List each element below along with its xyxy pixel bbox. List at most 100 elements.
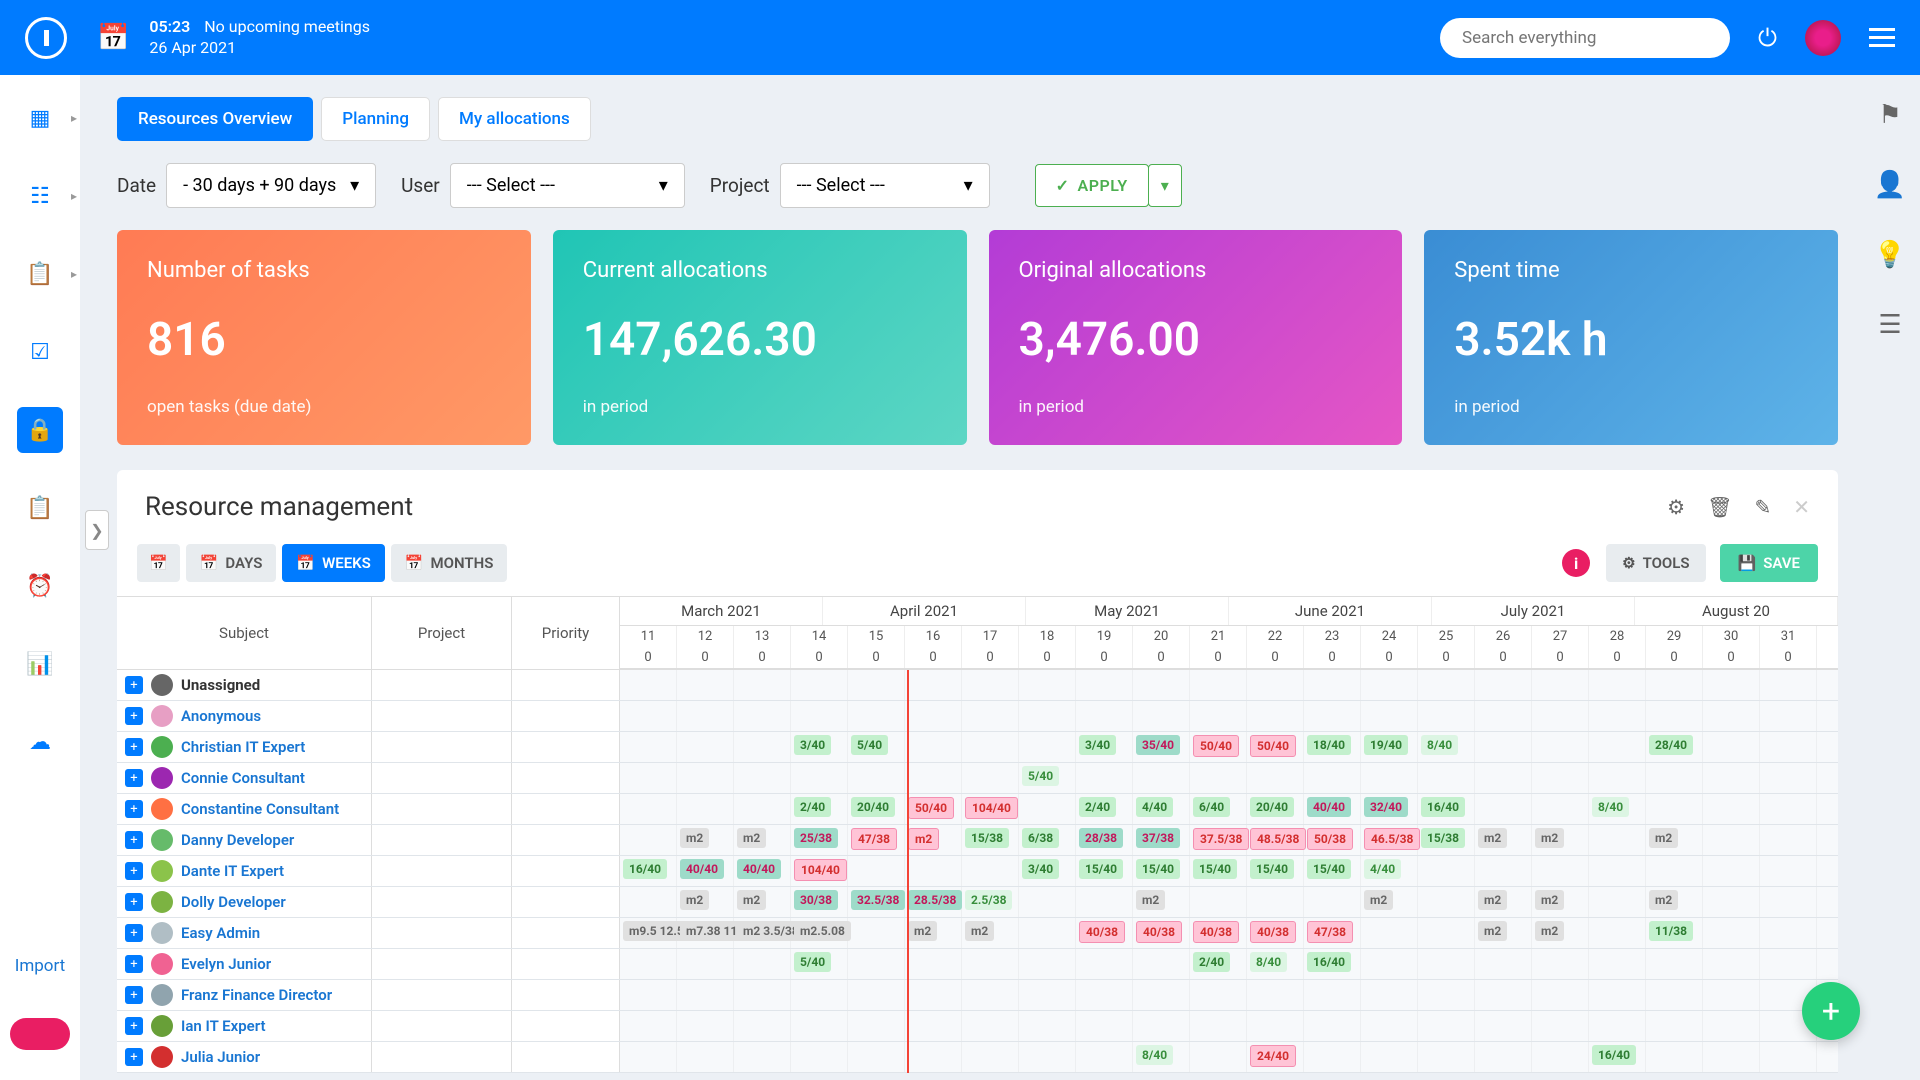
user-name[interactable]: Evelyn Junior: [181, 955, 271, 973]
allocation-chip[interactable]: 40/40: [737, 859, 781, 879]
timeline-cell[interactable]: m2 m2 25/38 47/38 m2 15/38 6/38 28/38 37/38 37.5/…: [620, 825, 1838, 855]
allocation-chip[interactable]: 20/40: [1250, 797, 1294, 817]
allocation-chip[interactable]: 6/38: [1022, 828, 1059, 848]
allocation-chip[interactable]: 2/40: [1079, 797, 1116, 817]
allocation-chip[interactable]: 5/40: [1022, 766, 1059, 786]
allocation-chip[interactable]: 28/38: [1079, 828, 1123, 848]
allocation-chip[interactable]: 50/40: [908, 797, 954, 819]
allocation-chip[interactable]: m2: [1535, 828, 1564, 848]
allocation-chip[interactable]: 104/40: [794, 859, 847, 881]
expand-icon[interactable]: +: [125, 738, 143, 756]
allocation-chip[interactable]: m2: [737, 828, 766, 848]
allocation-chip[interactable]: m2: [1136, 890, 1165, 910]
user-name[interactable]: Anonymous: [181, 707, 261, 725]
allocation-chip[interactable]: 104/40: [965, 797, 1018, 819]
allocation-chip[interactable]: 32/40: [1364, 797, 1408, 817]
expand-icon[interactable]: +: [125, 831, 143, 849]
allocation-chip[interactable]: m2.5.08: [794, 921, 851, 941]
allocation-chip[interactable]: 35/40: [1136, 735, 1180, 755]
sidebar-dashboard[interactable]: ▦▸: [17, 95, 63, 141]
allocation-chip[interactable]: 6/40: [1193, 797, 1230, 817]
timeline-cell[interactable]: 5/40: [620, 763, 1838, 793]
calendar-button[interactable]: 📅: [137, 544, 180, 582]
gear-icon[interactable]: ⚙: [1667, 495, 1685, 519]
apply-button[interactable]: ✓ APPLY: [1035, 164, 1149, 207]
allocation-chip[interactable]: m2: [737, 890, 766, 910]
allocation-chip[interactable]: 8/40: [1592, 797, 1629, 817]
user-name[interactable]: Ian IT Expert: [181, 1017, 266, 1035]
allocation-chip[interactable]: m2: [680, 828, 709, 848]
allocation-chip[interactable]: 20/40: [851, 797, 895, 817]
expand-icon[interactable]: +: [125, 955, 143, 973]
list-icon[interactable]: ☰: [1878, 310, 1901, 340]
timeline-cell[interactable]: m9.5 12.5/30.m7.38 11.5/25m2 3.5/38m2.5.…: [620, 918, 1838, 948]
person-search-icon[interactable]: 👤: [1874, 170, 1906, 200]
expand-icon[interactable]: +: [125, 893, 143, 911]
allocation-chip[interactable]: 48.5/38: [1250, 828, 1306, 850]
allocation-chip[interactable]: 28.5/38: [908, 890, 962, 910]
allocation-chip[interactable]: m2: [1478, 890, 1507, 910]
allocation-chip[interactable]: 4/40: [1136, 797, 1173, 817]
close-icon[interactable]: ✕: [1793, 495, 1810, 519]
tab-resources-overview[interactable]: Resources Overview: [117, 97, 313, 141]
allocation-chip[interactable]: 16/40: [623, 859, 667, 879]
search-input[interactable]: [1440, 18, 1730, 58]
allocation-chip[interactable]: 40/40: [1307, 797, 1351, 817]
user-name[interactable]: Easy Admin: [181, 924, 260, 942]
allocation-chip[interactable]: 50/40: [1250, 735, 1296, 757]
allocation-chip[interactable]: 37/38: [1136, 828, 1180, 848]
allocation-chip[interactable]: 40/38: [1250, 921, 1296, 943]
edit-icon[interactable]: ✎: [1754, 495, 1771, 519]
allocation-chip[interactable]: 37.5/38: [1193, 828, 1249, 850]
months-button[interactable]: 📅 MONTHS: [391, 544, 508, 582]
fab-add-button[interactable]: +: [1802, 982, 1860, 1040]
timeline-cell[interactable]: 2/40 20/40 50/40 104/40 2/40 4/40 6/40 20/40 40/…: [620, 794, 1838, 824]
allocation-chip[interactable]: 18/40: [1307, 735, 1351, 755]
expand-icon[interactable]: +: [125, 800, 143, 818]
sidebar-lock[interactable]: 🔒: [17, 407, 63, 453]
allocation-chip[interactable]: m2: [1364, 890, 1393, 910]
allocation-chip[interactable]: 16/40: [1307, 952, 1351, 972]
allocation-chip[interactable]: 8/40: [1136, 1045, 1173, 1065]
allocation-chip[interactable]: 30/38: [794, 890, 838, 910]
allocation-chip[interactable]: m2: [1649, 828, 1678, 848]
allocation-chip[interactable]: 15/40: [1250, 859, 1294, 879]
allocation-chip[interactable]: m2: [680, 890, 709, 910]
allocation-chip[interactable]: 40/40: [680, 859, 724, 879]
expand-icon[interactable]: +: [125, 676, 143, 694]
calendar-icon[interactable]: 📅: [97, 23, 129, 53]
allocation-chip[interactable]: 16/40: [1421, 797, 1465, 817]
user-name[interactable]: Christian IT Expert: [181, 738, 305, 756]
allocation-chip[interactable]: 3/40: [794, 735, 831, 755]
allocation-chip[interactable]: 2/40: [794, 797, 831, 817]
allocation-chip[interactable]: 15/38: [1421, 828, 1465, 848]
allocation-chip[interactable]: 47/38: [851, 828, 897, 850]
allocation-chip[interactable]: 25/38: [794, 828, 838, 848]
logo-icon[interactable]: [25, 17, 67, 59]
timeline-cell[interactable]: [620, 670, 1838, 700]
allocation-chip[interactable]: 11/38: [1649, 921, 1693, 941]
allocation-chip[interactable]: 47/38: [1307, 921, 1353, 943]
user-name[interactable]: Unassigned: [181, 676, 260, 694]
sidebar-clipboard2[interactable]: 📋: [17, 485, 63, 531]
allocation-chip[interactable]: m2: [965, 921, 994, 941]
allocation-chip[interactable]: m2: [908, 921, 937, 941]
allocation-chip[interactable]: m2: [1478, 828, 1507, 848]
allocation-chip[interactable]: 8/40: [1421, 735, 1458, 755]
flag-icon[interactable]: ⚑: [1878, 100, 1901, 130]
filter-date-select[interactable]: - 30 days + 90 days▾: [166, 163, 376, 208]
tab-my-allocations[interactable]: My allocations: [438, 97, 591, 141]
save-button[interactable]: 💾 SAVE: [1720, 544, 1818, 582]
sidebar-hierarchy[interactable]: ☷▸: [17, 173, 63, 219]
user-name[interactable]: Dolly Developer: [181, 893, 286, 911]
power-icon[interactable]: ⏻: [1758, 24, 1777, 52]
allocation-chip[interactable]: 24/40: [1250, 1045, 1296, 1067]
user-name[interactable]: Dante IT Expert: [181, 862, 284, 880]
user-name[interactable]: Constantine Consultant: [181, 800, 339, 818]
apply-dropdown[interactable]: ▾: [1148, 164, 1182, 207]
expand-icon[interactable]: +: [125, 1017, 143, 1035]
allocation-chip[interactable]: 4/40: [1364, 859, 1401, 879]
allocation-chip[interactable]: 8/40: [1250, 952, 1287, 972]
allocation-chip[interactable]: 15/40: [1136, 859, 1180, 879]
red-pill-button[interactable]: [10, 1018, 70, 1050]
